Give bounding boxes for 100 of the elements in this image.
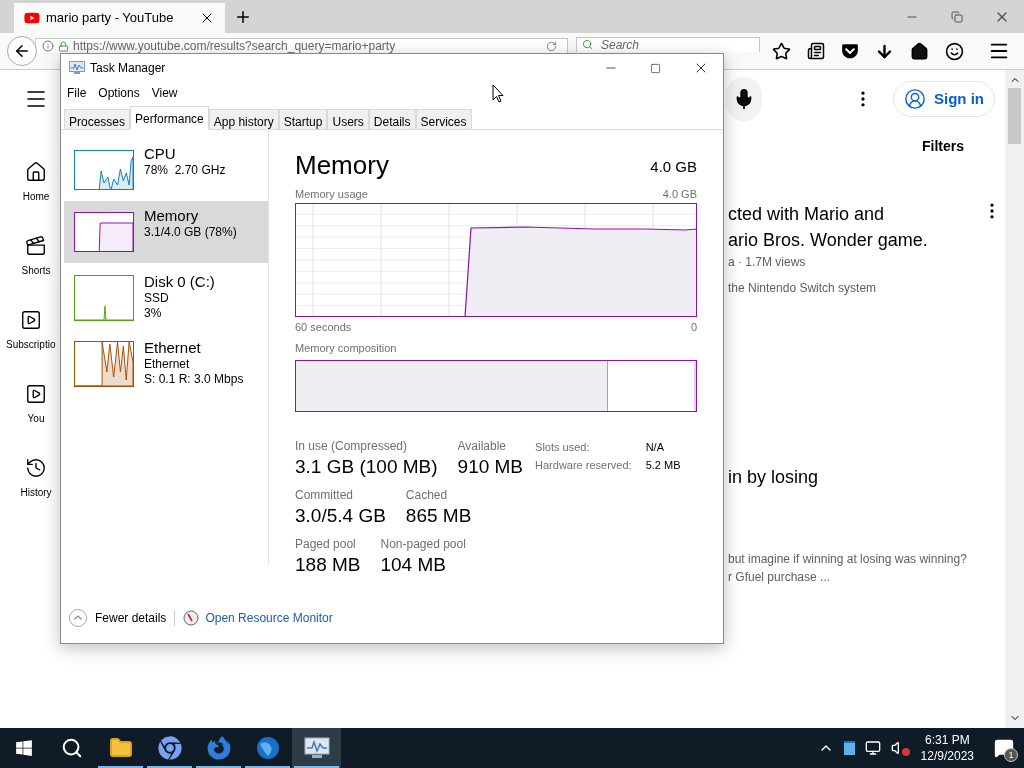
stat-label: Cached [405, 486, 449, 503]
graph-label: Memory usage [295, 187, 368, 202]
tab[interactable]: Details [368, 109, 416, 130]
task-manager-icon [69, 61, 85, 75]
library-icon [25, 382, 47, 405]
sidebar-item[interactable]: Home [22, 145, 50, 219]
maximize-icon[interactable] [650, 62, 661, 74]
gauge-icon [183, 610, 200, 626]
menu-item[interactable]: File [67, 84, 87, 102]
home-icon [25, 160, 47, 183]
video-meta: a · 1.7M views [728, 254, 807, 271]
stat-label: Committed [295, 486, 354, 503]
tab[interactable]: Startup [278, 109, 328, 130]
total-memory: 4.0 GB [650, 156, 697, 177]
reload-icon[interactable] [546, 40, 557, 52]
back-button[interactable] [7, 36, 37, 66]
graph-max-label: 4.0 GB [662, 187, 697, 202]
resource-detail: SSD [144, 291, 170, 306]
resource-name: Ethernet [144, 339, 202, 357]
menu-item[interactable]: View [151, 84, 178, 102]
search-icon[interactable] [61, 737, 83, 759]
browser-tab[interactable]: mario party - YouTube [14, 3, 225, 33]
tab-title: mario party - YouTube [46, 9, 175, 28]
youtube-favicon [24, 10, 40, 26]
stat-label: Available [457, 437, 508, 454]
resource-name: CPU [144, 145, 177, 163]
stat-value: 104 MB [380, 552, 447, 577]
resource-item[interactable]: CPU 78% 2.70 GHz [64, 139, 268, 201]
task-manager-icon [303, 736, 330, 760]
info-icon[interactable] [42, 40, 54, 52]
bookmark-star-icon[interactable] [772, 41, 791, 61]
sidebar-item[interactable]: Shorts [21, 219, 51, 293]
window-title: Task Manager [90, 60, 166, 77]
start-icon[interactable] [15, 739, 33, 757]
user-icon [904, 88, 926, 110]
globe-icon [255, 736, 280, 760]
video-description: the Nintendo Switch system [728, 280, 878, 297]
sidebar-item[interactable]: Subscriptio [6, 293, 56, 367]
menu-item[interactable]: Options [98, 84, 140, 102]
tab[interactable]: Processes [64, 109, 131, 130]
video-title[interactable]: in by losing [728, 464, 982, 490]
stat-value: N/A [645, 439, 665, 455]
stat-label: Hardware reserved: [535, 457, 632, 473]
notification-count: 1 [1004, 748, 1018, 762]
resource-detail: Ethernet [144, 357, 191, 372]
collapse-icon [69, 609, 87, 627]
subscriptions-icon [19, 308, 42, 331]
tray-app-icon[interactable] [843, 741, 855, 755]
address-bar[interactable]: https://www.youtube.com/results?search_query=mario+party [35, 38, 568, 53]
lock-icon [58, 40, 69, 52]
tab[interactable]: Performance [130, 106, 209, 130]
new-tab-icon[interactable] [234, 8, 252, 26]
mic-button[interactable] [726, 77, 762, 121]
resource-item[interactable]: Ethernet Ethernet S: 0.1 R: 3.0 Mbps [64, 333, 268, 395]
stat-label: Slots used: [535, 439, 591, 455]
resource-detail: 3.1/4.0 GB (78%) [144, 225, 237, 240]
resource-item[interactable]: Disk 0 (C:) SSD 3% [64, 267, 268, 329]
resource-detail: 3% [144, 306, 163, 321]
stat-value: 865 MB [405, 503, 472, 528]
tab[interactable]: Users [327, 109, 369, 130]
stat-label: In use (Compressed) [295, 437, 409, 454]
video-title[interactable]: cted with Mario and [728, 201, 982, 227]
clock[interactable]: 6:31 PM 12/9/2023 [920, 732, 974, 764]
chrome-icon [157, 736, 182, 760]
scrollbar[interactable] [1005, 70, 1024, 728]
url-text: https://www.youtube.com/results?search_query=mario+party [73, 39, 397, 53]
sidebar-item[interactable]: History [20, 441, 52, 515]
resource-detail: S: 0.1 R: 3.0 Mbps [144, 372, 244, 387]
stat-value: 3.1 GB (100 MB) [295, 454, 438, 479]
taskbar-app[interactable] [292, 728, 341, 768]
scrollbar-thumb[interactable] [1008, 88, 1021, 144]
resource-detail: 78% 2.70 GHz [144, 163, 226, 178]
browser-icon [206, 736, 231, 760]
stat-value: 910 MB [457, 454, 524, 479]
tab[interactable]: App history [208, 109, 279, 130]
stat-label: Paged pool [295, 535, 357, 552]
resource-name: Memory [144, 207, 200, 225]
home-icon[interactable] [910, 41, 929, 61]
pocket-icon[interactable] [841, 42, 859, 60]
network-icon[interactable] [864, 740, 881, 756]
filters-button[interactable]: Filters [922, 135, 964, 157]
stat-value: 5.2 MB [645, 457, 681, 473]
tab[interactable]: Services [415, 109, 472, 130]
search-field[interactable]: Search [576, 37, 760, 52]
volume-icon[interactable] [890, 740, 907, 756]
resource-monitor-link[interactable]: Open Resource Monitor [205, 609, 333, 627]
resource-item[interactable]: Memory 3.1/4.0 GB (78%) [64, 201, 268, 263]
fewer-details-button[interactable]: Fewer details [69, 609, 167, 627]
sidebar-item[interactable]: You [25, 367, 47, 441]
video-title[interactable]: ario Bros. Wonder game. [728, 227, 982, 253]
axis-label: 0 [690, 319, 697, 335]
folder-icon [108, 736, 133, 760]
smiley-icon[interactable] [945, 41, 964, 61]
restore-icon[interactable] [950, 10, 963, 23]
composition-label: Memory composition [295, 341, 398, 356]
mouse-cursor-icon [492, 84, 504, 103]
stat-value: 3.0/5.4 GB [295, 503, 386, 528]
video-description: but imagine if winning at losing was winning? [728, 551, 968, 568]
reading-list-icon[interactable] [807, 42, 825, 60]
section-heading: Memory [295, 150, 389, 180]
